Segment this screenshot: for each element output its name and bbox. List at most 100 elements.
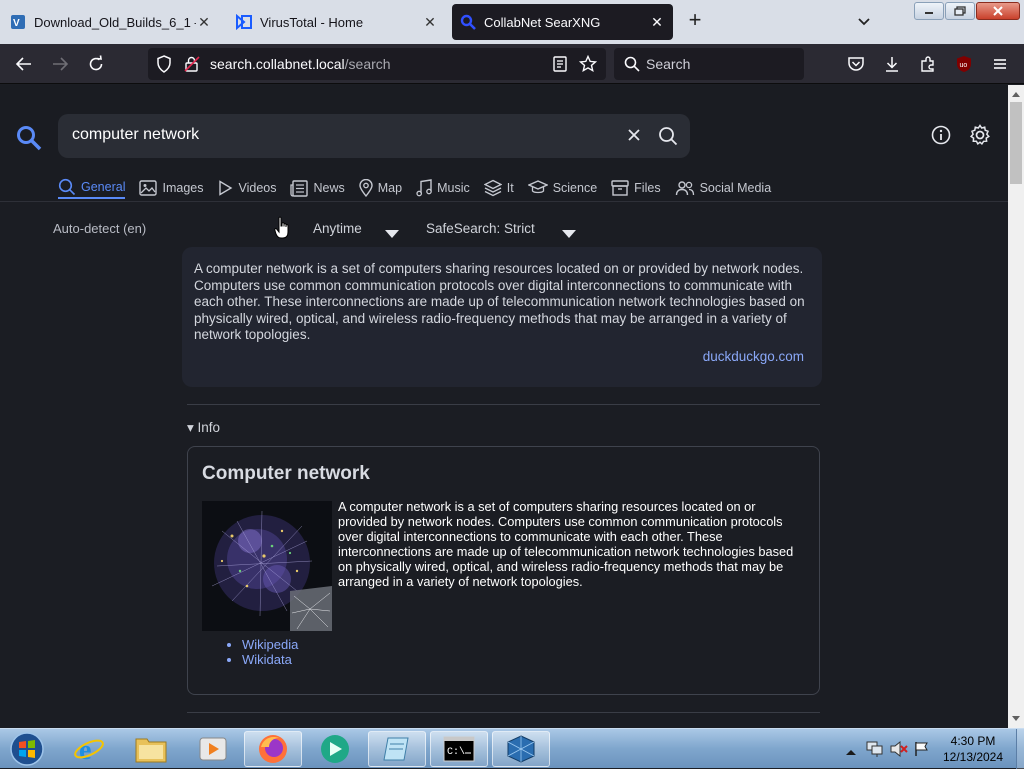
- svg-text:C:\: C:\: [447, 746, 465, 758]
- terminal-icon: C:\: [443, 736, 475, 762]
- search-icon: [622, 54, 642, 74]
- show-hidden-icons-chevron-up-icon[interactable]: [846, 743, 856, 761]
- reload-icon[interactable]: [86, 54, 106, 74]
- time-range-select[interactable]: Anytime: [313, 221, 362, 236]
- virtualbox-cube-icon: [507, 735, 535, 763]
- answer-source-link[interactable]: duckduckgo.com: [703, 349, 804, 364]
- science-icon: [527, 180, 548, 194]
- system-clock[interactable]: 4:30 PM 12/13/2024: [930, 733, 1016, 765]
- taskbar-virtualbox[interactable]: [492, 731, 550, 767]
- search-input[interactable]: computer network: [58, 114, 690, 158]
- searxng-logo-icon[interactable]: [16, 125, 42, 156]
- tab-it[interactable]: It: [483, 177, 514, 199]
- close-tab-icon[interactable]: ✕: [196, 14, 212, 31]
- infobox-links: Wikipedia Wikidata: [228, 637, 298, 667]
- taskbar-notepad[interactable]: [368, 731, 426, 767]
- play-icon: [219, 180, 233, 196]
- forward-arrow-icon[interactable]: [50, 54, 70, 74]
- tab-title: Download_Old_Builds_6_1 – Or: [34, 14, 196, 30]
- tab-collabnet-searxng[interactable]: CollabNet SearXNG ✕: [452, 4, 673, 40]
- searxng-results-page: computer network General Images Videos N…: [0, 85, 1008, 728]
- tab-videos[interactable]: Videos: [217, 177, 276, 199]
- infobox-network-graph-image: [202, 501, 332, 631]
- taskbar-internet-explorer[interactable]: e: [60, 731, 118, 767]
- scroll-down-arrow-icon[interactable]: [1008, 711, 1024, 727]
- tab-map[interactable]: Map: [359, 177, 402, 199]
- tab-label: Science: [552, 181, 598, 195]
- people-icon: [675, 181, 694, 196]
- hamburger-menu-icon[interactable]: [990, 54, 1010, 74]
- close-window-button[interactable]: [976, 2, 1020, 20]
- search-placeholder: Search: [646, 56, 691, 72]
- tab-label: Videos: [238, 181, 277, 195]
- network-icon[interactable]: [866, 741, 884, 762]
- info-circle-icon[interactable]: [931, 125, 951, 150]
- infobox-title: Computer network: [202, 463, 370, 484]
- search-submit-icon[interactable]: [658, 126, 678, 151]
- taskbar-command-prompt[interactable]: C:\: [430, 731, 488, 767]
- new-tab-button[interactable]: +: [684, 9, 706, 32]
- action-center-flag-icon[interactable]: [914, 741, 930, 762]
- language-select[interactable]: Auto-detect (en): [53, 221, 146, 236]
- tab-label: Map: [377, 181, 403, 195]
- info-toggle[interactable]: ▾ Info: [187, 420, 220, 436]
- svg-text:e: e: [79, 735, 91, 765]
- back-arrow-icon[interactable]: [14, 54, 34, 74]
- internet-explorer-icon: e: [74, 735, 104, 765]
- insecure-lock-icon[interactable]: [182, 54, 202, 74]
- tab-science[interactable]: Science: [527, 177, 598, 199]
- tab-files[interactable]: Files: [611, 177, 661, 199]
- tab-label: News: [313, 181, 345, 195]
- close-tab-icon[interactable]: ✕: [422, 14, 438, 31]
- layers-icon: [483, 179, 502, 197]
- divider: [187, 404, 820, 405]
- tab-social-media[interactable]: Social Media: [675, 177, 771, 199]
- restore-button[interactable]: [945, 2, 975, 20]
- taskbar-app-circle[interactable]: [306, 731, 364, 767]
- time-range-caret-down-icon[interactable]: [385, 225, 399, 243]
- instant-answer-box: A computer network is a set of computers…: [182, 247, 822, 387]
- list-all-tabs-chevron-down-icon[interactable]: [854, 12, 874, 32]
- tab-general[interactable]: General: [58, 177, 126, 199]
- scrollbar-thumb[interactable]: [1010, 102, 1022, 184]
- close-tab-icon[interactable]: ✕: [649, 14, 665, 31]
- wikipedia-link[interactable]: Wikipedia: [242, 637, 298, 652]
- instant-answer-text: A computer network is a set of computers…: [194, 261, 805, 342]
- tab-music[interactable]: Music: [416, 177, 470, 199]
- tab-images[interactable]: Images: [139, 177, 203, 199]
- green-app-icon: [321, 735, 349, 763]
- category-tabs: General Images Videos News Map Music It …: [58, 177, 785, 201]
- settings-gear-icon[interactable]: [969, 124, 991, 151]
- taskbar-firefox[interactable]: [244, 731, 302, 767]
- volume-muted-icon[interactable]: [890, 740, 908, 762]
- safesearch-caret-down-icon[interactable]: [562, 225, 576, 243]
- scroll-up-arrow-icon[interactable]: [1008, 86, 1024, 102]
- extensions-puzzle-icon[interactable]: [918, 54, 938, 74]
- notepad-icon: [383, 737, 409, 761]
- archive-icon: [611, 180, 629, 196]
- tab-label: Files: [634, 181, 661, 195]
- taskbar-file-explorer[interactable]: [122, 731, 180, 767]
- tab-virustotal[interactable]: VirusTotal - Home ✕: [228, 4, 446, 40]
- folder-icon: [135, 738, 167, 763]
- tracking-protection-shield-icon[interactable]: [154, 54, 174, 74]
- wikidata-link[interactable]: Wikidata: [242, 652, 298, 667]
- show-desktop-button[interactable]: [1016, 729, 1024, 769]
- ublock-origin-icon[interactable]: uo: [954, 54, 974, 74]
- pocket-icon[interactable]: [846, 54, 866, 74]
- browser-search-box[interactable]: Search: [614, 48, 804, 80]
- start-button[interactable]: [2, 731, 52, 767]
- infobox-description: A computer network is a set of computers…: [338, 499, 794, 589]
- tab-download-old-builds[interactable]: V Download_Old_Builds_6_1 – Or ✕: [2, 4, 220, 40]
- taskbar-media-player[interactable]: [184, 731, 242, 767]
- search-query-text: computer network: [72, 126, 200, 143]
- downloads-icon[interactable]: [882, 54, 902, 74]
- minimize-button[interactable]: [914, 2, 944, 20]
- clear-search-icon[interactable]: [626, 127, 642, 148]
- tab-news[interactable]: News: [290, 177, 345, 199]
- address-bar[interactable]: search.collabnet.local/search: [148, 48, 606, 80]
- safesearch-select[interactable]: SafeSearch: Strict: [426, 221, 535, 236]
- map-pin-icon: [359, 179, 373, 197]
- bookmark-star-icon[interactable]: [578, 54, 598, 74]
- reader-view-icon[interactable]: [550, 54, 570, 74]
